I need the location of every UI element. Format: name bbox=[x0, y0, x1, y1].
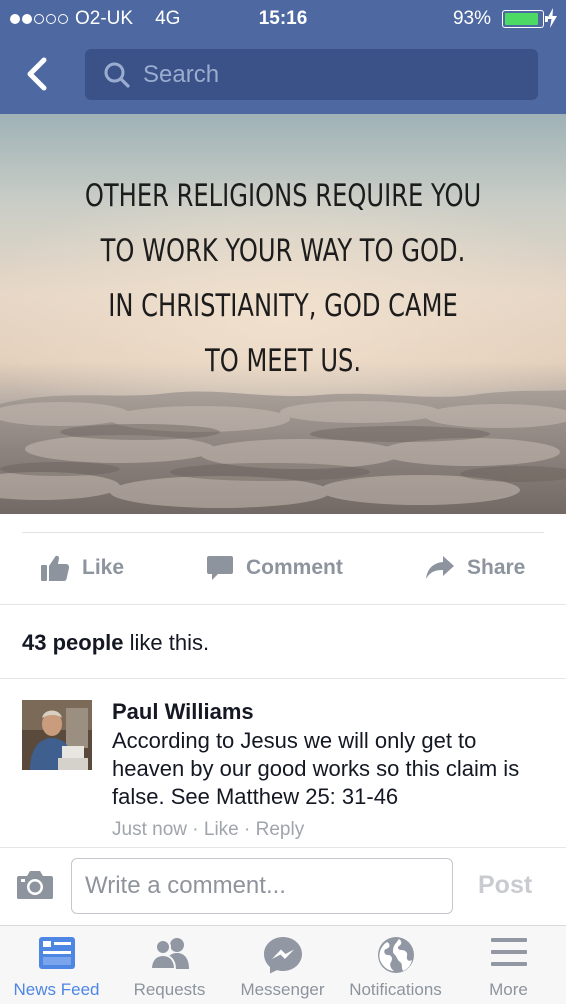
likes-count[interactable]: 43 people bbox=[22, 630, 123, 655]
tab-label: News Feed bbox=[13, 980, 100, 999]
meta-separator: · bbox=[186, 819, 204, 840]
likes-summary[interactable]: 43 people like this. bbox=[22, 630, 209, 656]
comment-reply-link[interactable]: Reply bbox=[256, 819, 305, 840]
likes-suffix: like this. bbox=[123, 630, 210, 655]
comment-timestamp: Just now bbox=[112, 819, 187, 840]
divider bbox=[22, 532, 544, 533]
like-label: Like bbox=[82, 556, 125, 579]
quote-line: IN CHRISTIANITY, GOD CAME bbox=[108, 288, 458, 324]
friend-requests-icon bbox=[149, 938, 189, 970]
speech-bubble-icon bbox=[207, 556, 233, 580]
like-button[interactable]: Like bbox=[40, 546, 124, 590]
comment-text: According to Jesus we will only get to h… bbox=[112, 728, 520, 809]
comment-like-link[interactable]: Like bbox=[204, 819, 239, 840]
news-feed-icon bbox=[38, 937, 75, 969]
quote-line: TO MEET US. bbox=[204, 343, 362, 379]
top-header: O2-UK 4G 15:16 93% Search bbox=[0, 0, 566, 114]
globe-icon bbox=[377, 937, 414, 973]
post-comment-button[interactable]: Post bbox=[478, 871, 532, 900]
quote-line: TO WORK YOUR WAY TO GOD. bbox=[100, 233, 466, 269]
avatar[interactable] bbox=[22, 700, 92, 770]
divider bbox=[0, 604, 566, 605]
commenter-name[interactable]: Paul Williams bbox=[112, 699, 552, 725]
back-arrow-icon bbox=[27, 57, 47, 91]
comment-input[interactable]: Write a comment... bbox=[71, 858, 453, 914]
tab-notifications[interactable]: Notifications bbox=[339, 926, 452, 1004]
quote-line: OTHER RELIGIONS REQUIRE YOU bbox=[84, 178, 482, 214]
comment-meta: Just now · Like · Reply bbox=[112, 819, 552, 841]
battery-percent: 93% bbox=[452, 8, 491, 29]
hamburger-menu-icon bbox=[490, 938, 527, 966]
tab-requests[interactable]: Requests bbox=[113, 926, 226, 1004]
post-image[interactable]: OTHER RELIGIONS REQUIRE YOU TO WORK YOUR… bbox=[0, 114, 566, 514]
back-button[interactable] bbox=[22, 54, 56, 94]
bottom-tab-bar: News Feed Requests Messenger Notificatio… bbox=[0, 925, 566, 1004]
share-button[interactable]: Share bbox=[425, 546, 525, 590]
camera-button[interactable] bbox=[16, 869, 54, 901]
tab-messenger[interactable]: Messenger bbox=[226, 926, 339, 1004]
comment-input-placeholder: Write a comment... bbox=[85, 872, 286, 899]
share-arrow-icon bbox=[426, 556, 454, 579]
comment-label: Comment bbox=[246, 556, 343, 579]
tab-label: Messenger bbox=[240, 980, 325, 999]
tab-label: More bbox=[489, 980, 528, 999]
tab-more[interactable]: More bbox=[452, 926, 565, 1004]
charging-icon bbox=[547, 8, 557, 28]
search-icon bbox=[104, 62, 130, 88]
status-bar: O2-UK 4G 15:16 93% bbox=[0, 0, 566, 38]
battery-icon bbox=[502, 10, 548, 28]
camera-icon bbox=[17, 871, 53, 899]
search-input[interactable]: Search bbox=[85, 49, 538, 100]
comment-button[interactable]: Comment bbox=[206, 546, 343, 590]
thumbs-up-icon bbox=[41, 555, 70, 581]
image-quote-text: OTHER RELIGIONS REQUIRE YOU TO WORK YOUR… bbox=[62, 169, 503, 389]
tab-label: Requests bbox=[133, 980, 206, 999]
profile-photo bbox=[22, 700, 92, 770]
divider bbox=[0, 678, 566, 679]
comment-composer: Write a comment... Post bbox=[0, 847, 566, 925]
tab-news-feed[interactable]: News Feed bbox=[0, 926, 113, 1004]
search-placeholder: Search bbox=[143, 60, 220, 88]
meta-separator: · bbox=[238, 819, 256, 840]
share-label: Share bbox=[467, 556, 526, 579]
tab-label: Notifications bbox=[349, 980, 442, 999]
messenger-icon bbox=[263, 937, 302, 974]
comment-body: Paul Williams According to Jesus we will… bbox=[112, 699, 552, 841]
